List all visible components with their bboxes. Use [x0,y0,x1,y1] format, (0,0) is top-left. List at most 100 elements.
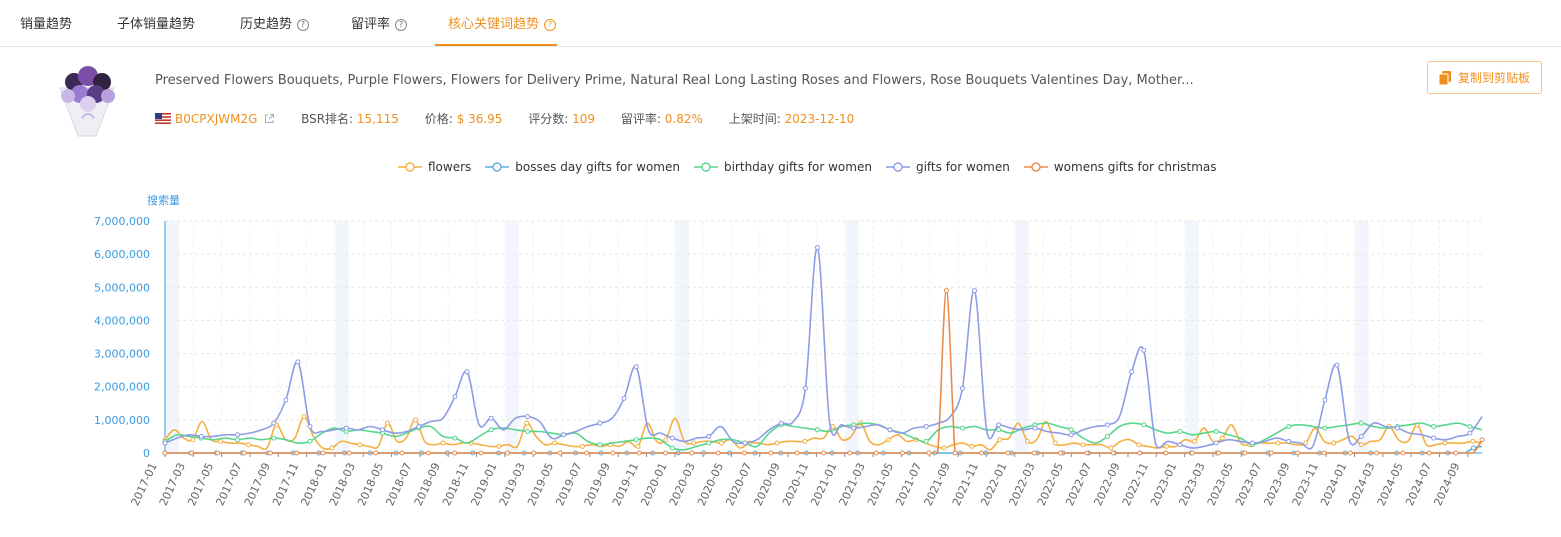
help-icon[interactable]: ? [544,19,557,31]
data-point [821,450,826,456]
data-point [524,420,530,426]
data-point [959,385,965,391]
product-image[interactable] [52,58,122,140]
data-point [923,423,929,429]
data-point [1191,438,1197,444]
data-point [1442,440,1448,446]
data-point [794,450,800,456]
tab-history-trend[interactable]: 历史趋势? [240,13,310,32]
y-tick-label: 3,000,000 [94,348,150,361]
data-point [1470,438,1476,444]
series-line [164,415,1483,451]
data-point [610,450,616,456]
tab-label: 历史趋势 [240,17,293,32]
data-point [959,425,965,431]
data-point [452,450,458,456]
data-point [1347,450,1353,456]
reviews-group: 评分数: 109 [528,110,595,127]
product-meta: B0CPXJWM2G BSR排名: 15,115 价格: $ 36.95 评分数… [155,110,854,127]
data-point [689,450,695,456]
y-tick-label: 5,000,000 [94,281,150,294]
data-point [1431,435,1437,441]
year-band [1015,221,1029,453]
data-point [1052,440,1058,446]
data-point [1249,440,1255,446]
data-point [669,435,675,441]
data-point [1400,450,1406,456]
data-point [271,420,277,426]
data-point [1005,450,1011,456]
data-point [1136,442,1142,448]
data-point [1268,450,1274,456]
y-tick-label: 0 [143,447,150,460]
x-tick-label: 2021-05 [865,461,896,508]
legend-item-womens-gifts-for-christmas[interactable]: womens gifts for christmas [1023,160,1217,174]
asin-group: B0CPXJWM2G [155,112,275,126]
legend-item-birthday-gifts-for-women[interactable]: birthday gifts for women [693,160,872,174]
data-point [557,450,563,456]
bsr-value: 15,115 [356,112,399,126]
legend-item-bosses-day-gifts-for-women[interactable]: bosses day gifts for women [485,160,680,174]
data-point [416,423,422,429]
x-tick-label: 2018-07 [383,461,414,508]
copy-to-clipboard-button[interactable]: 复制到剪贴板 [1427,61,1542,94]
legend-label: bosses day gifts for women [515,160,680,174]
data-point [1426,450,1432,456]
asin-link[interactable]: B0CPXJWM2G [175,112,257,126]
legend-marker-icon [1023,162,1048,172]
help-icon[interactable]: ? [297,19,310,31]
x-tick-label: 2023-11 [1290,461,1321,508]
tab-child-sales-trend[interactable]: 子体销量趋势 [117,13,195,32]
tab-core-keyword-trend[interactable]: 核心关键词趋势? [448,13,557,32]
x-tick-label: 2021-11 [950,461,981,508]
data-point [1322,397,1328,403]
data-point [1189,450,1195,456]
data-point [1104,433,1110,439]
listed-group: 上架时间: 2023-12-10 [729,110,855,127]
data-point [802,438,808,444]
x-tick-label: 2021-03 [837,461,868,508]
x-tick-label: 2020-01 [638,461,669,508]
x-tick-label: 2021-07 [893,461,924,508]
x-tick-label: 2017-03 [157,461,188,508]
review-rate-group: 留评率: 0.82% [621,110,703,127]
data-point [979,450,985,456]
tab-sales-trend[interactable]: 销量趋势 [20,13,72,32]
review-rate-label: 留评率: [620,112,661,126]
year-band [1355,221,1369,453]
data-point [583,450,589,456]
data-point [1219,435,1225,441]
data-point [1213,440,1219,446]
x-tick-label: 2021-09 [922,461,953,508]
data-point [552,440,558,446]
tab-review-rate[interactable]: 留评率? [351,13,408,32]
data-point [768,450,774,456]
data-point [1358,442,1364,448]
data-point [1286,423,1292,429]
x-tick-label: 2022-01 [978,461,1009,508]
data-point [597,420,603,426]
active-tab-indicator [435,44,557,46]
external-link-icon[interactable] [264,113,275,124]
legend-item-gifts-for-women[interactable]: gifts for women [885,160,1010,174]
data-point [1137,450,1143,456]
data-point [1163,450,1169,456]
x-tick-label: 2019-05 [525,461,556,508]
y-tick-label: 2,000,000 [94,381,150,394]
data-point [1358,420,1364,426]
data-point [1275,440,1281,446]
copy-button-label: 复制到剪贴板 [1457,71,1530,85]
review-rate-value: 0.82% [664,112,703,126]
data-point [1177,428,1183,434]
x-tick-label: 2018-09 [412,461,443,508]
product-title[interactable]: Preserved Flowers Bouquets, Purple Flowe… [155,73,1194,88]
data-point [294,450,300,456]
data-point [926,450,932,456]
data-point [1453,450,1459,456]
data-point [885,437,891,443]
legend-item-flowers[interactable]: flowers [398,160,471,174]
x-tick-label: 2018-03 [327,461,358,508]
help-icon[interactable]: ? [395,19,408,31]
data-point [633,437,639,443]
data-point [346,450,352,456]
